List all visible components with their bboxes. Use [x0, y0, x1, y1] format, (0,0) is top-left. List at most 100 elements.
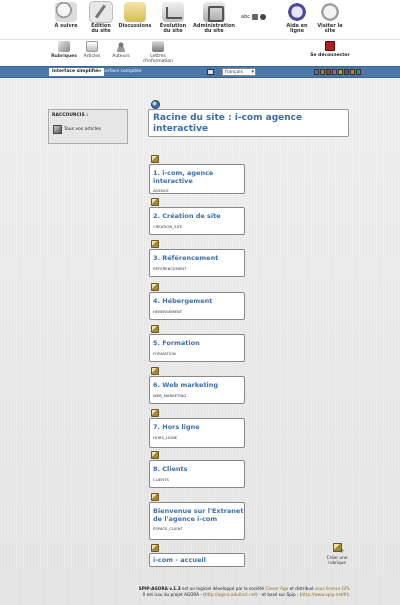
rubrique-title[interactable]: 4. Hébergement	[153, 297, 244, 306]
create-rubrique-label: Créer une rubrique	[326, 555, 348, 565]
logout-icon	[325, 41, 335, 51]
rubrique-code: CLIENTS	[153, 476, 169, 482]
gpl-license-link[interactable]: sous licence GPL	[315, 586, 350, 591]
nav-label: Discussions	[118, 23, 152, 29]
nav-label: Administration du site	[193, 23, 235, 35]
newsletter-icon	[152, 41, 164, 52]
rubrique-title[interactable]: i-com - accueil	[153, 556, 244, 565]
language-icon	[207, 69, 214, 75]
rubrique-code: REFERENCEMENT	[153, 265, 187, 271]
nav-evolution-du-site[interactable]: Évolution du site	[152, 1, 194, 39]
logout-button[interactable]: Se déconnecter	[300, 41, 360, 58]
language-select[interactable]: français	[222, 68, 256, 76]
rubrique-code: WEB_MARKETING	[153, 392, 187, 398]
rubrique-title[interactable]: 6. Web marketing	[153, 381, 244, 390]
articles-icon	[86, 41, 98, 52]
rubrique-item[interactable]: 5. Formation FORMATION	[149, 334, 245, 362]
rubrique-item[interactable]: 3. Référencement REFERENCEMENT	[149, 249, 245, 277]
rubrique-item[interactable]: 6. Web marketing WEB_MARKETING	[149, 376, 245, 404]
rubrique-title[interactable]: 3. Référencement	[153, 254, 244, 263]
rubrique-item[interactable]: 1. i-com, agence interactive AGENCE	[149, 164, 245, 194]
subnav-label: Auteurs	[112, 54, 130, 59]
color-swatch[interactable]	[338, 69, 343, 75]
folder-icon	[151, 493, 159, 501]
nav-label: Visiter le site	[317, 23, 343, 35]
admin-icon	[203, 2, 225, 22]
color-swatch[interactable]	[356, 69, 361, 75]
translate-icon[interactable]	[252, 14, 258, 20]
folder-icon	[151, 283, 159, 291]
visit-icon	[320, 2, 340, 22]
rubrique-item[interactable]: Bienvenue sur l'Extranet de l'agence i-c…	[149, 502, 245, 540]
nav-administration-du-site[interactable]: Administration du site	[190, 1, 238, 39]
rubrique-item[interactable]: i-com - accueil	[149, 553, 245, 567]
folder-icon	[151, 198, 159, 206]
folder-icon	[151, 325, 159, 333]
all-articles-link[interactable]: Tous vos articles	[53, 125, 101, 134]
search-icon[interactable]	[260, 14, 266, 20]
rubrique-item[interactable]: 7. Hors ligne HORS_LIGNE	[149, 418, 245, 448]
rubrique-title[interactable]: 5. Formation	[153, 339, 244, 348]
rubrique-code: AGENCE	[153, 188, 169, 193]
folder-icon	[151, 155, 159, 163]
interface-simple-tab[interactable]: Interface simplifiée	[49, 68, 105, 76]
rubrique-code: ESPACE_CLIENT	[153, 526, 183, 531]
color-palette	[314, 69, 361, 75]
folder-icon	[151, 451, 159, 459]
footer-product: SPIP-AGORA v.1.3	[138, 586, 181, 591]
color-swatch[interactable]	[320, 69, 325, 75]
shortcuts-title: RACCOURCIS :	[52, 113, 89, 118]
rubrique-title[interactable]: Bienvenue sur l'Extranet de l'agence i-c…	[153, 507, 244, 523]
color-swatch[interactable]	[326, 69, 331, 75]
subnav-lettres-information[interactable]: Lettres d'information	[138, 41, 178, 64]
tasks-icon	[55, 2, 77, 22]
nav-discussions[interactable]: Discussions	[114, 1, 156, 39]
spip-link[interactable]: http://www.spip.net/fr	[302, 592, 348, 597]
rubrique-title[interactable]: 8. Clients	[153, 465, 244, 474]
subnav-auteurs[interactable]: Auteurs	[104, 41, 138, 59]
rubriques-icon	[58, 41, 70, 52]
tools-mini: abc	[241, 14, 266, 20]
shortcuts-panel: RACCOURCIS : Tous vos articles	[48, 109, 128, 144]
help-icon	[287, 2, 307, 22]
rubrique-item[interactable]: 8. Clients CLIENTS	[149, 460, 245, 488]
folder-icon	[151, 240, 159, 248]
all-articles-label: Tous vos articles	[64, 127, 102, 132]
folder-icon	[151, 409, 159, 417]
clever-age-link[interactable]: Clever Age	[265, 586, 288, 591]
rubrique-code: CREATION_SITE	[153, 223, 183, 229]
page-title: Racine du site : i-com agence interactiv…	[153, 113, 303, 134]
color-swatch[interactable]	[350, 69, 355, 75]
footer-text: ).	[347, 591, 350, 597]
color-swatch[interactable]	[314, 69, 319, 75]
spellcheck-label[interactable]: abc	[241, 14, 250, 20]
rubrique-code: FORMATION	[153, 350, 176, 356]
footer-text: et distribué	[288, 586, 315, 591]
rubrique-code: HEBERGEMENT	[153, 308, 183, 314]
stats-icon	[162, 2, 184, 22]
folder-icon	[151, 367, 159, 375]
sub-navigation: Rubriques Articles Auteurs Lettres d'inf…	[0, 40, 400, 66]
subnav-label: Lettres d'information	[142, 54, 174, 64]
rubrique-item[interactable]: 4. Hébergement HEBERGEMENT	[149, 292, 245, 320]
color-swatch[interactable]	[344, 69, 349, 75]
nav-visiter-le-site[interactable]: Visiter le site	[309, 1, 351, 39]
forum-icon	[124, 2, 146, 22]
edit-icon	[89, 1, 113, 23]
authors-icon	[115, 41, 127, 52]
site-root-box: Racine du site : i-com agence interactiv…	[148, 109, 349, 137]
rubrique-title[interactable]: 1. i-com, agence interactive	[153, 169, 244, 185]
footer-text: Il est issu du projet AGORA - (	[142, 591, 205, 597]
rubrique-title[interactable]: 2. Création de site	[153, 212, 244, 221]
color-swatch[interactable]	[332, 69, 337, 75]
footer: SPIP-AGORA v.1.3 est un logiciel dévelop…	[108, 586, 350, 597]
agora-link[interactable]: http://agora.adullact.net	[205, 592, 256, 597]
nav-label: Évolution du site	[159, 23, 187, 35]
interface-bar: Interface simplifiée Interface complète …	[0, 66, 400, 78]
interface-full-tab[interactable]: Interface complète	[99, 68, 142, 76]
rubrique-item[interactable]: 2. Création de site CREATION_SITE	[149, 207, 245, 235]
create-rubrique-button[interactable]: Créer une rubrique	[322, 543, 352, 565]
folder-icon	[151, 544, 159, 552]
rubrique-title[interactable]: 7. Hors ligne	[153, 423, 244, 432]
new-folder-icon	[332, 543, 345, 555]
